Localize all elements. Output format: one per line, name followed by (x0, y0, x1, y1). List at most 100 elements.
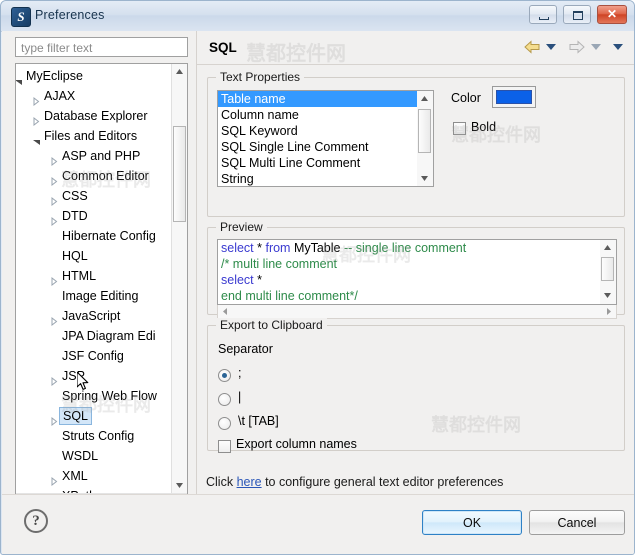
separator-label: Separator (218, 342, 273, 356)
export-to-clipboard-group: Export to Clipboard Separator ; | \t [TA… (207, 325, 625, 451)
dialog-footer: ? OK Cancel (2, 494, 635, 555)
preview-text[interactable]: select * from MyTable -- single line com… (217, 239, 617, 305)
myeclipse-icon: S (11, 7, 31, 27)
tree-scroll-up-icon[interactable] (172, 64, 187, 80)
preview-token: * (254, 273, 262, 287)
tree-item-label: JavaScript (62, 306, 120, 326)
tree-item-struts-config[interactable]: Struts Config (16, 426, 172, 446)
tree-item-ajax[interactable]: AJAX (16, 86, 172, 106)
tree-item-css[interactable]: CSS (16, 186, 172, 206)
separator-radio-tab[interactable] (218, 417, 231, 430)
tree-item-common-editor[interactable]: Common Editor (16, 166, 172, 186)
forward-arrow-icon[interactable] (568, 39, 586, 58)
back-arrow-icon[interactable] (523, 39, 541, 58)
tree-item-asp-and-php[interactable]: ASP and PHP (16, 146, 172, 166)
preview-token: /* multi line comment (221, 257, 337, 271)
text-property-item[interactable]: SQL Keyword (218, 123, 433, 139)
tree-item-label: HTML (62, 266, 96, 286)
tree-scroll-down-icon[interactable] (172, 477, 187, 493)
tree-item-jsf-config[interactable]: JSF Config (16, 346, 172, 366)
separator-radio-semicolon[interactable] (218, 369, 231, 382)
export-column-names-checkbox[interactable] (218, 440, 231, 453)
preview-scroll-thumb[interactable] (601, 257, 614, 281)
preview-token: select (221, 273, 254, 287)
text-editor-link-line: Click here to configure general text edi… (206, 475, 503, 489)
link-prefix: Click (206, 475, 237, 489)
separator-radio-pipe[interactable] (218, 393, 231, 406)
tree-item-label: MyEclipse (26, 66, 83, 86)
view-menu-icon[interactable] (613, 44, 623, 50)
color-swatch-button[interactable] (492, 86, 536, 108)
tree-item-jpa-diagram-edi[interactable]: JPA Diagram Edi (16, 326, 172, 346)
cancel-button[interactable]: Cancel (529, 510, 625, 535)
tree-item-html[interactable]: HTML (16, 266, 172, 286)
bold-label: Bold (471, 120, 496, 134)
tree-item-sql[interactable]: SQL (16, 406, 172, 426)
text-properties-rows: Table nameColumn nameSQL KeywordSQL Sing… (218, 91, 433, 187)
here-link[interactable]: here (237, 475, 262, 489)
tree-item-myeclipse[interactable]: MyEclipse (16, 66, 172, 86)
minimize-icon (539, 17, 549, 20)
link-suffix: to configure general text editor prefere… (262, 475, 504, 489)
close-icon: ✕ (598, 6, 626, 23)
text-property-item[interactable]: Column name (218, 107, 433, 123)
tree-item-image-editing[interactable]: Image Editing (16, 286, 172, 306)
separator-option-2-label: \t [TAB] (238, 414, 279, 428)
tree-item-label: JPA Diagram Edi (62, 326, 156, 346)
close-button[interactable]: ✕ (597, 5, 627, 24)
separator-option-0-label: ; (238, 366, 241, 380)
maximize-icon (573, 11, 583, 20)
filter-input[interactable]: type filter text (15, 37, 188, 57)
preview-scroll-right-icon[interactable] (602, 305, 617, 321)
tree-item-javascript[interactable]: JavaScript (16, 306, 172, 326)
preview-line: end multi line comment*/ (218, 288, 616, 304)
tree-item-label: CSS (62, 186, 88, 206)
preferences-dialog: S Preferences ✕ type filter text MyEclip… (0, 0, 635, 555)
preview-scroll-down-icon[interactable] (600, 287, 615, 303)
tree-item-spring-web-flow[interactable]: Spring Web Flow (16, 386, 172, 406)
tree-item-files-and-editors[interactable]: Files and Editors (16, 126, 172, 146)
text-properties-list[interactable]: Table nameColumn nameSQL KeywordSQL Sing… (217, 90, 434, 187)
color-label: Color (451, 91, 481, 105)
tree-item-label: JSF Config (62, 346, 124, 366)
preferences-tree[interactable]: MyEclipseAJAXDatabase ExplorerFiles and … (15, 63, 188, 511)
tree-item-label: SQL (59, 407, 92, 425)
text-properties-scrollbar[interactable] (417, 91, 433, 186)
text-property-item[interactable]: SQL Single Line Comment (218, 139, 433, 155)
tree-item-label: Image Editing (62, 286, 138, 306)
tplist-scroll-thumb[interactable] (418, 109, 431, 153)
tree-item-hql[interactable]: HQL (16, 246, 172, 266)
forward-dropdown-icon[interactable] (591, 44, 601, 50)
page-title: SQL (209, 40, 237, 55)
filter-placeholder: type filter text (21, 41, 92, 55)
maximize-button[interactable] (563, 5, 591, 24)
preview-token: end multi line comment*/ (221, 289, 358, 303)
tree-item-label: Files and Editors (44, 126, 137, 146)
bold-checkbox[interactable] (453, 122, 466, 135)
ok-button[interactable]: OK (422, 510, 522, 535)
export-label: Export to Clipboard (216, 318, 327, 332)
minimize-button[interactable] (529, 5, 557, 24)
tree-vertical-scrollbar[interactable] (171, 64, 187, 493)
tplist-scroll-up-icon[interactable] (417, 91, 432, 107)
preview-group: Preview select * from MyTable -- single … (207, 227, 625, 315)
tree-scroll-thumb[interactable] (173, 126, 186, 222)
preview-horizontal-scrollbar[interactable] (217, 305, 617, 319)
tree-item-wsdl[interactable]: WSDL (16, 446, 172, 466)
export-column-names-label: Export column names (236, 437, 357, 451)
text-property-item[interactable]: SQL Multi Line Comment (218, 155, 433, 171)
tree-item-hibernate-config[interactable]: Hibernate Config (16, 226, 172, 246)
tree-item-dtd[interactable]: DTD (16, 206, 172, 226)
tree-item-xml[interactable]: XML (16, 466, 172, 486)
tplist-scroll-down-icon[interactable] (417, 170, 432, 186)
back-dropdown-icon[interactable] (546, 44, 556, 50)
text-property-item[interactable]: String (218, 171, 433, 187)
preview-scroll-up-icon[interactable] (600, 240, 615, 256)
mouse-cursor (77, 372, 91, 392)
text-property-item[interactable]: Table name (218, 91, 433, 107)
preview-token: MyTable (290, 241, 344, 255)
help-button[interactable]: ? (24, 509, 48, 533)
tree-item-database-explorer[interactable]: Database Explorer (16, 106, 172, 126)
preview-vertical-scrollbar[interactable] (600, 240, 616, 304)
tree-item-jsp[interactable]: JSP (16, 366, 172, 386)
